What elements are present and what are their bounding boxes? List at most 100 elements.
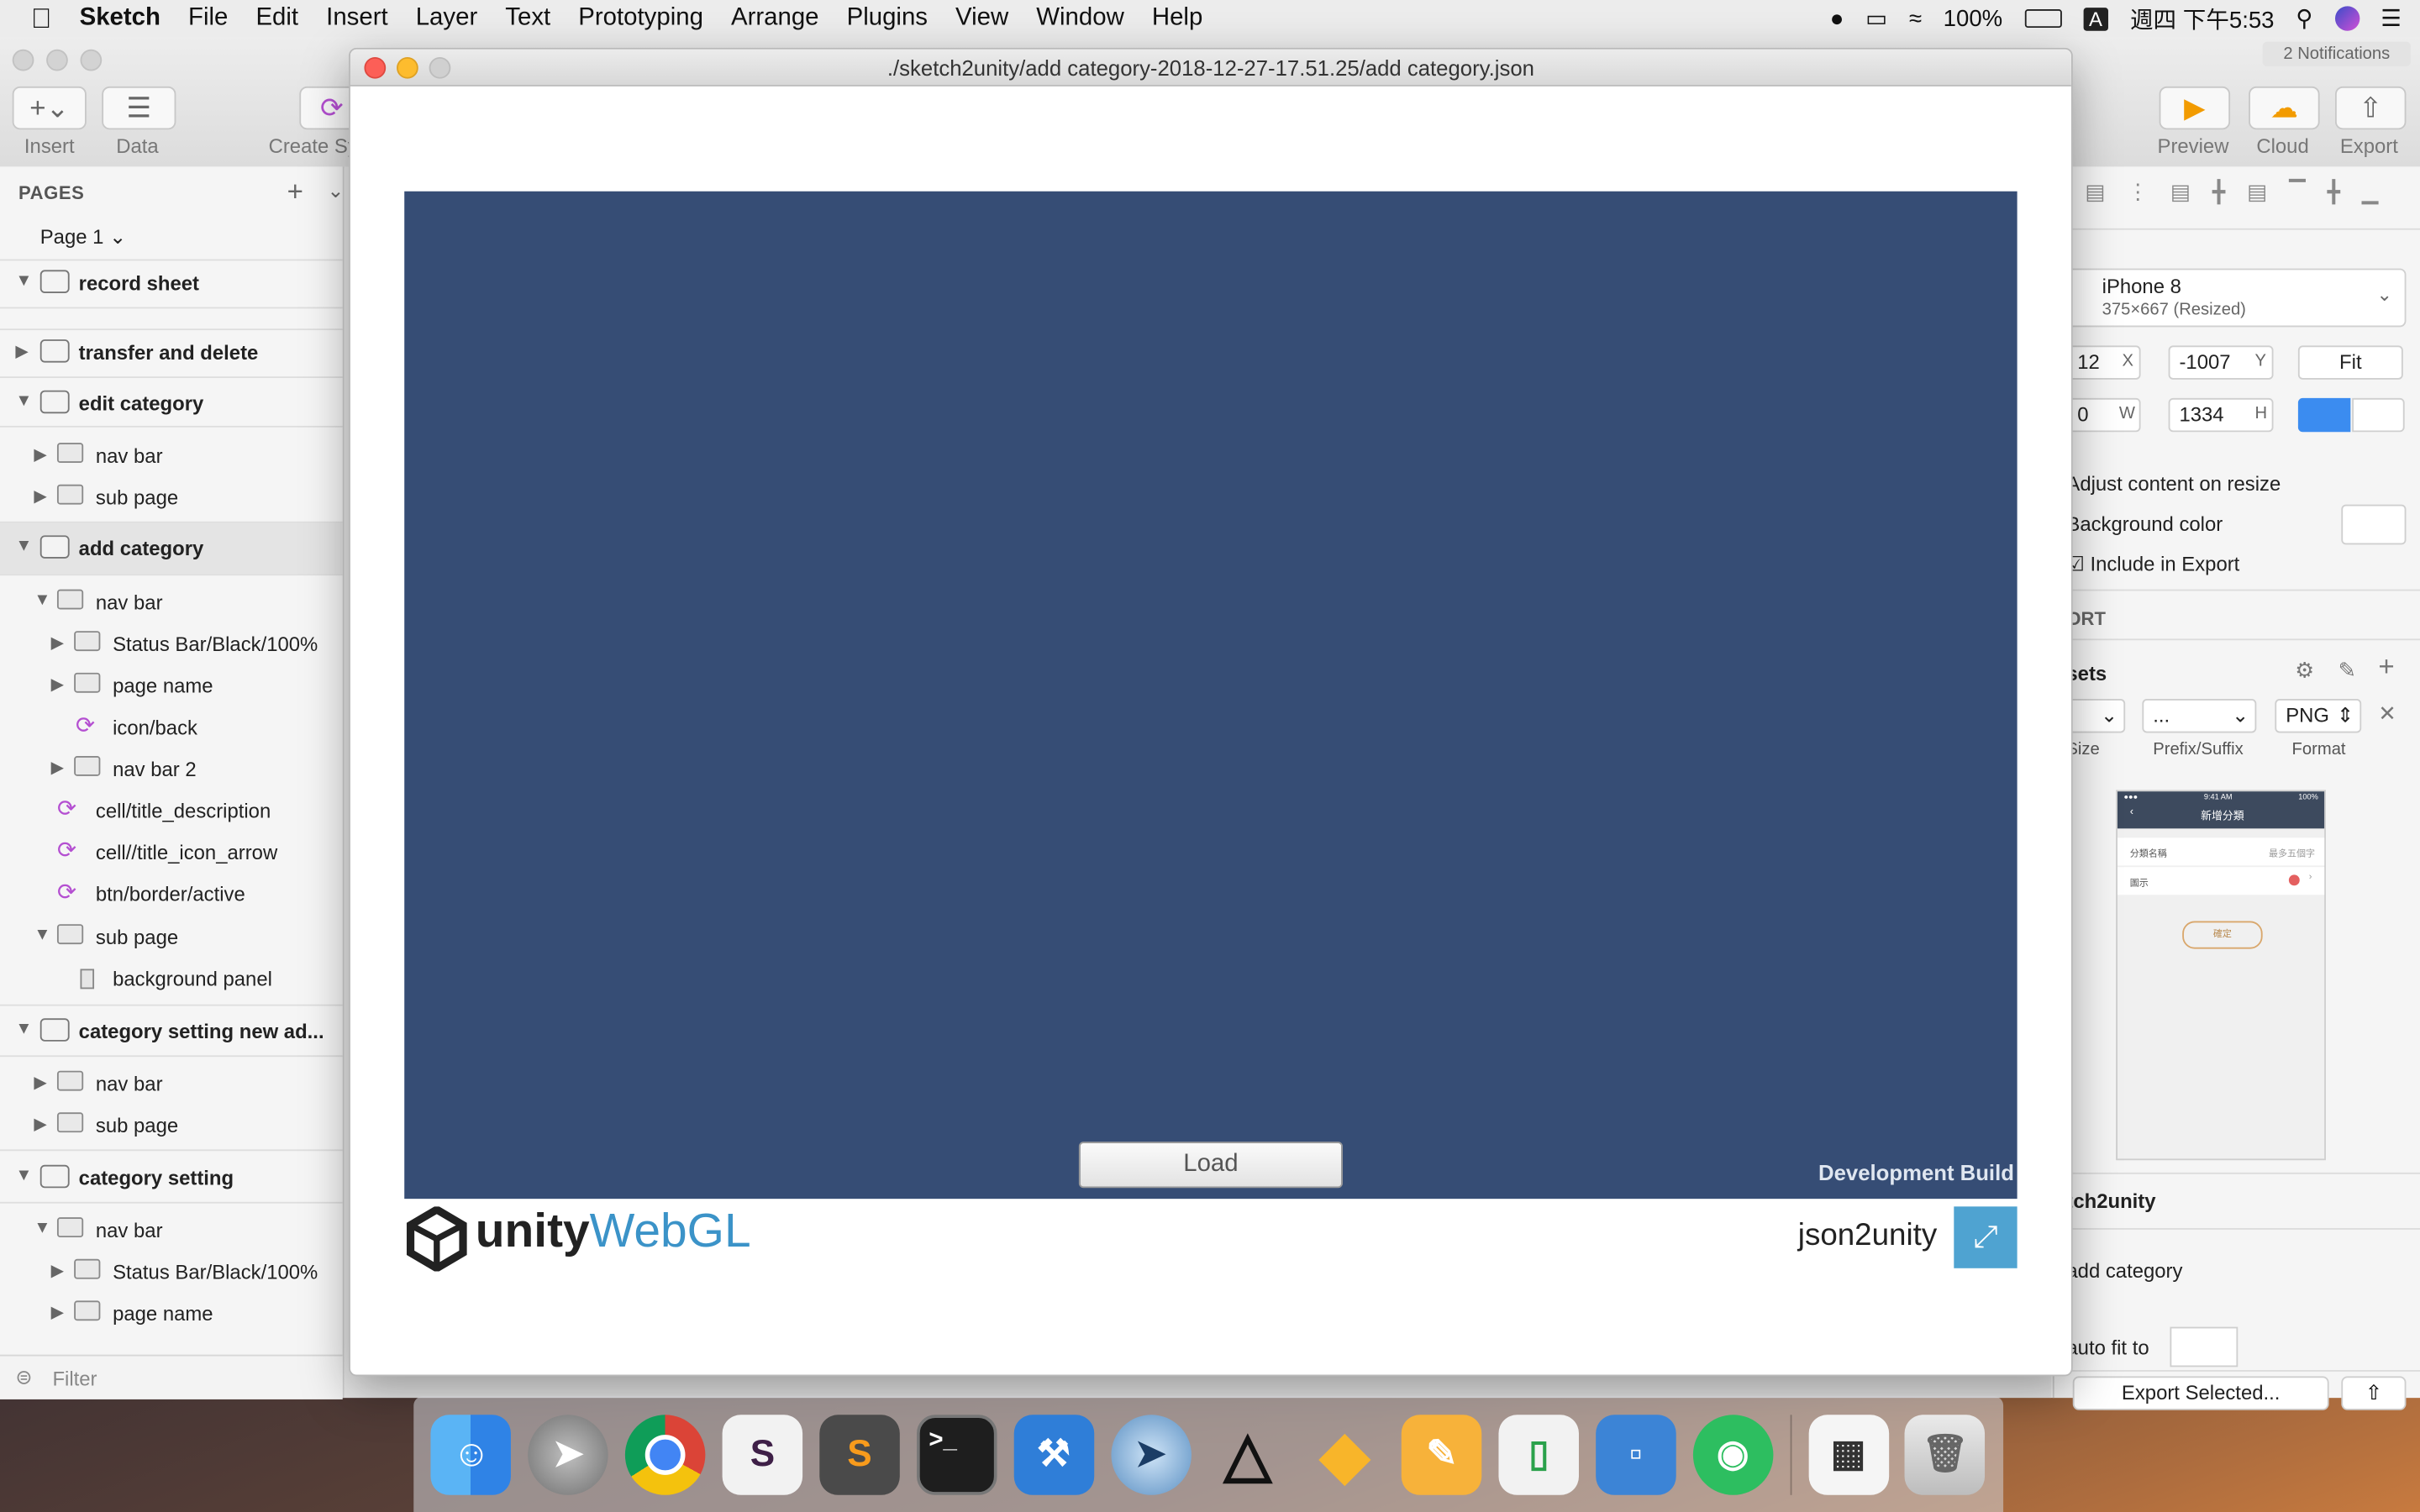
prefix-suffix-field[interactable]: ... ⌄ bbox=[2142, 699, 2257, 733]
menu-app-name[interactable]: Sketch bbox=[66, 0, 174, 37]
layer-group-sub-page[interactable]: ▶ sub page bbox=[0, 1105, 343, 1147]
disclosure-closed-icon[interactable]: ▶ bbox=[15, 341, 29, 361]
battery-icon[interactable] bbox=[2023, 9, 2061, 29]
layer-artboard-record-sheet[interactable]: ▼ record sheet bbox=[0, 262, 343, 304]
battery-text[interactable]: 100% bbox=[1944, 5, 2002, 31]
data-button[interactable]: ☰ bbox=[102, 86, 176, 130]
insert-button[interactable]: +⌄ bbox=[12, 86, 87, 130]
menu-arrange[interactable]: Arrange bbox=[717, 0, 833, 37]
add-export-icon[interactable]: + bbox=[2378, 651, 2394, 684]
layer-artboard-transfer-and-delete[interactable]: ▶ transfer and delete bbox=[0, 332, 343, 374]
preview-button[interactable]: ▶ bbox=[2159, 86, 2231, 130]
trash-icon[interactable]: 🗑 bbox=[1905, 1414, 1986, 1494]
window-close-button[interactable] bbox=[12, 49, 34, 71]
layer-group-nav-bar[interactable]: ▼ nav bar bbox=[0, 1210, 343, 1252]
menu-layer[interactable]: Layer bbox=[402, 0, 492, 37]
siri-icon[interactable] bbox=[2334, 6, 2360, 31]
launchpad-icon[interactable]: ➤ bbox=[528, 1414, 609, 1494]
disclosure-open-icon[interactable]: ▼ bbox=[34, 926, 50, 944]
layer-group-nav-bar-2[interactable]: ▶ nav bar 2 bbox=[0, 748, 343, 790]
disclosure-open-icon[interactable]: ▼ bbox=[15, 392, 32, 411]
disclosure-closed-icon[interactable]: ▶ bbox=[51, 633, 65, 653]
numbers-icon[interactable]: ▯ bbox=[1498, 1414, 1580, 1494]
fullscreen-button[interactable]: ⤢ bbox=[1954, 1206, 2018, 1268]
load-button[interactable]: Load bbox=[1078, 1142, 1343, 1189]
auto-fit-input[interactable] bbox=[2170, 1326, 2238, 1368]
finder-icon[interactable]: ☺ bbox=[431, 1414, 512, 1494]
cloud-button[interactable]: ☁ bbox=[2249, 86, 2320, 130]
include-in-export-checkbox[interactable]: ☑ Include in Export bbox=[2066, 553, 2239, 577]
menu-edit[interactable]: Edit bbox=[242, 0, 313, 37]
input-method-icon[interactable]: A bbox=[2082, 7, 2109, 30]
spotlight-icon[interactable]: ⚲ bbox=[2296, 5, 2312, 32]
layer-group-status-bar[interactable]: ▶ Status Bar/Black/100% bbox=[0, 623, 343, 665]
settings-sliders-icon[interactable]: ⚙ bbox=[2295, 657, 2314, 683]
notification-center-icon[interactable]: ☰ bbox=[2381, 5, 2402, 32]
fit-button[interactable]: Fit bbox=[2297, 345, 2403, 380]
slack-icon[interactable]: S bbox=[722, 1414, 803, 1494]
device-preset-select[interactable]: iPhone 8 375×667 (Resized) ⌄ bbox=[2066, 268, 2407, 328]
menu-window[interactable]: Window bbox=[1023, 0, 1139, 37]
layer-group-nav-bar[interactable]: ▶ nav bar bbox=[0, 1063, 343, 1105]
menu-plugins[interactable]: Plugins bbox=[833, 0, 941, 37]
disclosure-open-icon[interactable]: ▼ bbox=[34, 1219, 50, 1237]
disclosure-open-icon[interactable]: ▼ bbox=[15, 1167, 32, 1185]
disclosure-open-icon[interactable]: ▼ bbox=[34, 591, 50, 609]
xcode-icon[interactable]: ⚒ bbox=[1013, 1414, 1094, 1494]
layer-symbol-cell-title-icon-arrow[interactable]: ⟳ cell//title_icon_arrow bbox=[0, 832, 343, 874]
pages-icon[interactable]: ✎ bbox=[1402, 1414, 1482, 1494]
disclosure-closed-icon[interactable]: ▶ bbox=[51, 1302, 65, 1322]
layer-artboard-category-setting-new-add[interactable]: ▼ category setting new ad... bbox=[0, 1011, 343, 1053]
notifications-badge[interactable]: 2 Notifications bbox=[2262, 41, 2411, 66]
portrait-orientation-button[interactable] bbox=[2297, 397, 2351, 433]
layer-group-nav-bar[interactable]: ▼ nav bar bbox=[0, 581, 343, 623]
clipboard-icon[interactable]: ▦ bbox=[1807, 1414, 1889, 1494]
adjust-content-checkbox[interactable]: Adjust content on resize bbox=[2066, 472, 2281, 496]
layer-group-sub-page[interactable]: ▼ sub page bbox=[0, 916, 343, 958]
layer-artboard-edit-category[interactable]: ▼ edit category bbox=[0, 383, 343, 425]
unity-game-canvas[interactable]: Load Development Build bbox=[404, 191, 2018, 1200]
remove-export-icon[interactable]: ✕ bbox=[2378, 701, 2396, 727]
export-button[interactable]: ⇧ bbox=[2334, 86, 2407, 130]
layer-group-status-bar[interactable]: ▶ Status Bar/Black/100% bbox=[0, 1252, 343, 1294]
sketch-icon[interactable]: ◆ bbox=[1305, 1414, 1386, 1494]
layer-group-nav-bar[interactable]: ▶ nav bar bbox=[0, 435, 343, 477]
layer-artboard-add-category[interactable]: ▼ add category bbox=[0, 522, 343, 575]
evernote-icon[interactable]: ◉ bbox=[1692, 1414, 1774, 1494]
layer-symbol-cell-title-description[interactable]: ⟳ cell/title_description bbox=[0, 790, 343, 832]
disclosure-closed-icon[interactable]: ▶ bbox=[34, 486, 47, 506]
keynote-icon[interactable]: ▫ bbox=[1596, 1414, 1676, 1494]
remote-desktop-icon[interactable]: ➤ bbox=[1110, 1414, 1192, 1494]
clock[interactable]: 週四 下午5:53 bbox=[2130, 3, 2275, 35]
layer-artboard-category-setting[interactable]: ▼ category setting bbox=[0, 1158, 343, 1200]
disclosure-closed-icon[interactable]: ▶ bbox=[51, 1261, 65, 1280]
pencil-icon[interactable]: ✎ bbox=[2338, 657, 2357, 683]
format-select[interactable]: PNG ⇕ bbox=[2275, 699, 2362, 733]
export-selected-button[interactable]: Export Selected... bbox=[2072, 1376, 2329, 1410]
background-color-swatch[interactable] bbox=[2341, 504, 2407, 545]
menu-file[interactable]: File bbox=[174, 0, 241, 37]
window-zoom-button[interactable] bbox=[80, 49, 103, 71]
window-minimize-button[interactable] bbox=[46, 49, 68, 71]
layer-symbol-icon-back[interactable]: ⟳ icon/back bbox=[0, 706, 343, 748]
landscape-orientation-button[interactable] bbox=[2352, 397, 2405, 433]
menu-text[interactable]: Text bbox=[492, 0, 565, 37]
terminal-icon[interactable]: >_ bbox=[916, 1414, 997, 1494]
collapse-pages-icon[interactable]: ⌄ bbox=[327, 179, 344, 203]
layer-filter-bar[interactable]: ⊜ Filter bbox=[0, 1354, 343, 1399]
menu-prototyping[interactable]: Prototyping bbox=[565, 0, 718, 37]
layer-rect-background-panel[interactable]: background panel bbox=[0, 958, 343, 1000]
page-selector[interactable]: Page 1 ⌄ bbox=[40, 225, 126, 249]
layer-group-sub-page[interactable]: ▶ sub page bbox=[0, 477, 343, 519]
unity-icon[interactable]: △ bbox=[1207, 1414, 1288, 1494]
disclosure-closed-icon[interactable]: ▶ bbox=[34, 1114, 47, 1134]
disclosure-open-icon[interactable]: ▼ bbox=[15, 537, 32, 555]
disclosure-open-icon[interactable]: ▼ bbox=[15, 1020, 32, 1038]
disclosure-closed-icon[interactable]: ▶ bbox=[51, 758, 65, 778]
airplay-icon[interactable]: ▭ bbox=[1865, 5, 1887, 32]
disclosure-closed-icon[interactable]: ▶ bbox=[34, 1073, 47, 1092]
layer-group-page-name[interactable]: ▶ page name bbox=[0, 1293, 343, 1335]
chrome-icon[interactable] bbox=[625, 1414, 706, 1494]
layer-group-page-name[interactable]: ▶ page name bbox=[0, 665, 343, 707]
unity-titlebar[interactable]: ./sketch2unity/add category-2018-12-27-1… bbox=[350, 49, 2071, 87]
